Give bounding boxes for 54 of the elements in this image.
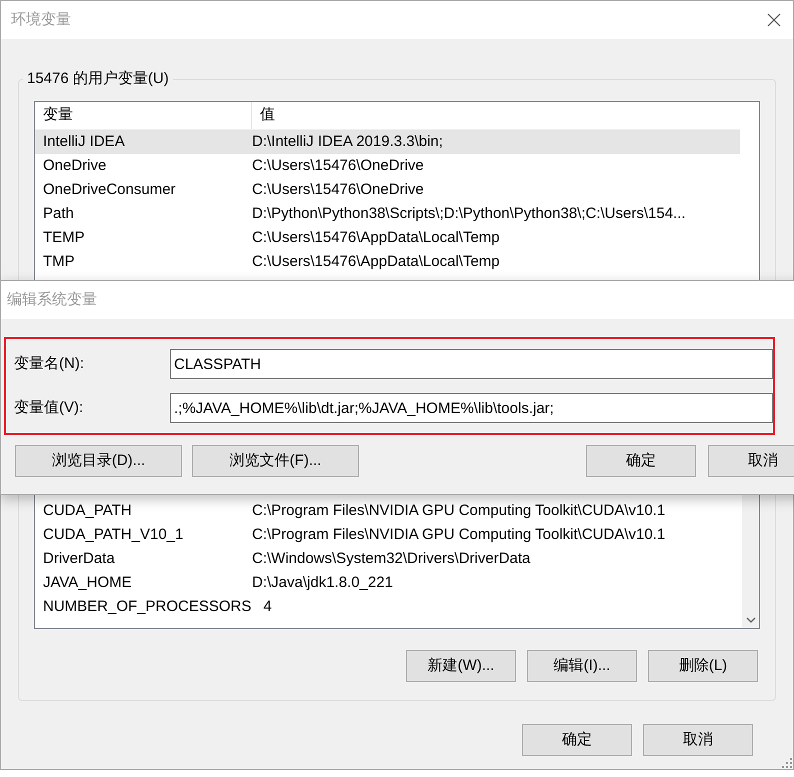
list-row[interactable]: OneDriveConsumer C:\Users\15476\OneDrive <box>35 178 740 202</box>
dialog-button[interactable]: 取消 <box>708 445 794 477</box>
variable-value: 4 <box>263 596 272 617</box>
variable-name: DriverData <box>42 548 116 569</box>
close-icon[interactable] <box>767 13 781 27</box>
variable-value: C:\Users\15476\OneDrive <box>252 180 424 200</box>
input-field[interactable]: CLASSPATH <box>170 349 773 379</box>
variable-name: TEMP <box>42 228 86 248</box>
variable-value: C:\Users\15476\AppData\Local\Temp <box>252 252 500 272</box>
dialog-button[interactable]: 确定 <box>522 724 632 756</box>
variable-value: D:\IntelliJ IDEA 2019.3.3\bin; <box>252 132 443 152</box>
chevron-down-icon[interactable] <box>746 617 756 623</box>
field-label: 变量名(N): <box>13 354 85 374</box>
variable-value: D:\Java\jdk1.8.0_221 <box>252 572 393 593</box>
variable-value: C:\Users\15476\AppData\Local\Temp <box>252 228 500 248</box>
variable-name: TMP <box>42 252 76 272</box>
input-field[interactable]: .;%JAVA_HOME%\lib\dt.jar;%JAVA_HOME%\lib\tools.jar; <box>170 393 773 423</box>
variable-value: C:\Program Files\NVIDIA GPU Computing Toolkit\CUDA\v10.1 <box>252 500 666 521</box>
list-row[interactable]: OneDrive C:\Users\15476\OneDrive <box>35 154 740 178</box>
dialog-button[interactable]: 编辑(I)... <box>527 650 637 682</box>
group-title: 15476 的用户变量(U) <box>23 69 173 89</box>
dialog-button[interactable]: 新建(W)... <box>406 650 516 682</box>
column-header[interactable]: 变量 <box>35 102 252 129</box>
variable-name: OneDrive <box>42 156 108 176</box>
list-row[interactable]: CUDA_PATH_V10_1 C:\Program Files\NVIDIA GPU Computing Toolkit\CUDA\v10.1 <box>35 523 742 547</box>
dialog-button[interactable]: 删除(L) <box>648 650 758 682</box>
variable-name: CUDA_PATH_V10_1 <box>42 524 184 545</box>
variable-value: D:\Python\Python38\Scripts\;D:\Python\Python38\;C:\Users\154... <box>252 204 686 224</box>
list-row[interactable]: TMP C:\Users\15476\AppData\Local\Temp <box>35 250 740 274</box>
list-row[interactable]: CUDA_PATH C:\Program Files\NVIDIA GPU Computing Toolkit\CUDA\v10.1 <box>35 499 742 523</box>
variable-name: CUDA_PATH <box>42 500 133 521</box>
list-row[interactable]: JAVA_HOME D:\Java\jdk1.8.0_221 <box>35 571 742 595</box>
resize-grip-icon[interactable] <box>782 758 792 768</box>
variable-name: NUMBER_OF_PROCESSORS <box>42 596 252 617</box>
column-header[interactable]: 值 <box>252 102 275 129</box>
list-row[interactable]: DriverData C:\Windows\System32\Drivers\DriverData <box>35 547 742 571</box>
variable-name: Path <box>42 204 75 224</box>
field-label: 变量值(V): <box>13 398 84 418</box>
variable-name: OneDriveConsumer <box>42 180 177 200</box>
dialog-title: 编辑系统变量 <box>7 290 97 310</box>
variable-value: C:\Windows\System32\Drivers\DriverData <box>252 548 530 569</box>
variable-name: IntelliJ IDEA <box>42 132 126 152</box>
list-row[interactable]: Path D:\Python\Python38\Scripts\;D:\Python\Python38\;C:\Users\154... <box>35 202 740 226</box>
list-row[interactable]: NUMBER_OF_PROCESSORS 4 <box>35 595 742 619</box>
variable-value: C:\Users\15476\OneDrive <box>252 156 424 176</box>
window-title: 环境变量 <box>11 10 71 30</box>
list-row[interactable]: TEMP C:\Users\15476\AppData\Local\Temp <box>35 226 740 250</box>
dialog-button[interactable]: 浏览目录(D)... <box>15 445 182 477</box>
variable-value: C:\Program Files\NVIDIA GPU Computing Toolkit\CUDA\v10.1 <box>252 524 666 545</box>
dialog-button[interactable]: 取消 <box>643 724 753 756</box>
variable-name: JAVA_HOME <box>42 572 133 593</box>
dialog-button[interactable]: 浏览文件(F)... <box>192 445 359 477</box>
dialog-button[interactable]: 确定 <box>586 445 696 477</box>
list-row[interactable]: IntelliJ IDEA D:\IntelliJ IDEA 2019.3.3\bin; <box>35 130 740 154</box>
